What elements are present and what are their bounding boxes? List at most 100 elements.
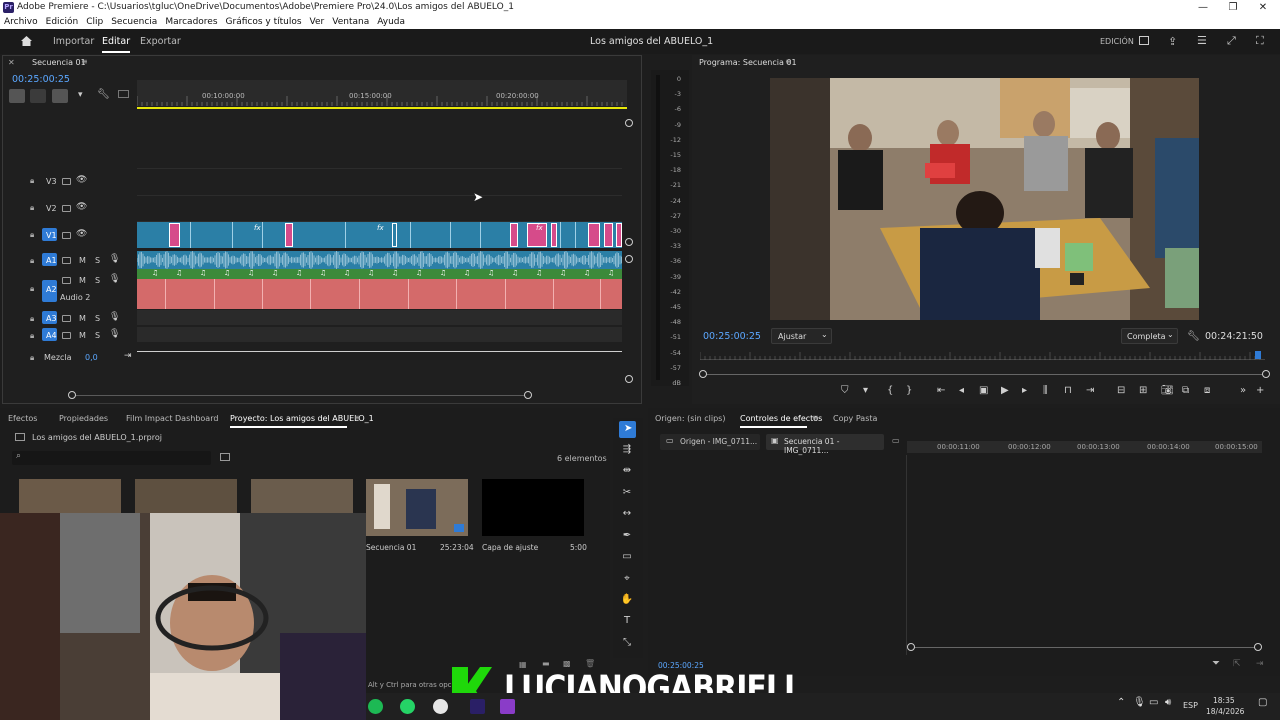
- source-selector[interactable]: ▭ Origen - IMG_0711...: [660, 434, 760, 450]
- tab-propiedades[interactable]: Propiedades: [59, 414, 108, 423]
- sync-lock-icon[interactable]: [62, 205, 71, 212]
- solo-button[interactable]: S: [95, 314, 100, 323]
- solo-button[interactable]: S: [95, 331, 100, 340]
- mute-button[interactable]: M: [79, 331, 86, 340]
- tab-importar[interactable]: Importar: [53, 36, 94, 47]
- menu-ayuda[interactable]: Ayuda: [377, 15, 405, 29]
- mic-icon[interactable]: 🎙︎: [109, 274, 120, 284]
- menu-marcadores[interactable]: Marcadores: [165, 15, 217, 29]
- mic-icon[interactable]: 🎙︎: [109, 312, 120, 322]
- more-icon[interactable]: »: [1240, 385, 1246, 396]
- go-to-in-icon[interactable]: ⇤: [937, 385, 945, 396]
- work-area-bar[interactable]: [137, 107, 627, 109]
- lock-icon[interactable]: 🔒︎: [30, 230, 34, 240]
- app-taskbar-icon[interactable]: [500, 699, 515, 714]
- menu-lines-icon[interactable]: ☰: [1197, 34, 1207, 47]
- track-a3-label[interactable]: A3: [46, 314, 57, 323]
- overwrite-icon[interactable]: ⊞: [1139, 385, 1147, 396]
- tab-film-impact[interactable]: Film Impact Dashboard: [126, 414, 218, 423]
- filter-icon[interactable]: ⏷: [1212, 658, 1220, 669]
- magnet-icon[interactable]: [30, 89, 46, 103]
- audio-edit-point[interactable]: [408, 279, 409, 309]
- trim-icon[interactable]: ⫼: [1043, 385, 1048, 396]
- chevron-up-icon[interactable]: ⌃: [1117, 697, 1125, 708]
- clip-edit-point[interactable]: [480, 222, 481, 248]
- program-playhead[interactable]: [1255, 351, 1261, 359]
- wrench-icon[interactable]: 🔧︎: [97, 89, 110, 100]
- pink-clip[interactable]: [551, 223, 557, 247]
- tab-menu-icon[interactable]: ≡: [812, 413, 819, 422]
- audio-edit-point[interactable]: [165, 279, 166, 309]
- mix-value[interactable]: 0,0: [85, 353, 98, 362]
- language-indicator[interactable]: ESP: [1183, 701, 1198, 710]
- insert-icon[interactable]: ⊟: [1117, 385, 1125, 396]
- clip-edit-point[interactable]: [232, 222, 233, 248]
- tab-editar[interactable]: Editar: [102, 36, 131, 53]
- audio-edit-point[interactable]: [505, 279, 506, 309]
- type-icon[interactable]: T: [620, 614, 634, 628]
- battery-icon[interactable]: ▭: [1149, 697, 1158, 708]
- sync-lock-icon[interactable]: [62, 315, 71, 322]
- menu-secuencia[interactable]: Secuencia: [111, 15, 157, 29]
- sequence-tab[interactable]: Secuencia 01: [32, 58, 86, 67]
- mark-in-icon[interactable]: {: [887, 385, 893, 396]
- menu-archivo[interactable]: Archivo: [4, 15, 38, 29]
- wrench-icon[interactable]: 🔧︎: [1187, 331, 1200, 342]
- menu-ver[interactable]: Ver: [310, 15, 325, 29]
- hand-icon[interactable]: ✋: [620, 593, 634, 607]
- premiere-taskbar-icon[interactable]: [470, 699, 485, 714]
- new-bin-icon[interactable]: [220, 453, 230, 461]
- audio-clip-a2[interactable]: [137, 279, 622, 309]
- sync-lock-icon[interactable]: [62, 257, 71, 264]
- audio-edit-point[interactable]: [600, 279, 601, 309]
- clip-edit-point[interactable]: [575, 222, 576, 248]
- menu-edicion[interactable]: Edición: [46, 15, 79, 29]
- lock-icon[interactable]: 🔒︎: [30, 284, 34, 294]
- mic-icon[interactable]: 🎙︎: [109, 329, 120, 339]
- mute-button[interactable]: M: [79, 256, 86, 265]
- camera-icon[interactable]: 📷︎: [1161, 385, 1174, 396]
- audio-edit-point[interactable]: [456, 279, 457, 309]
- lift-icon[interactable]: ⊓: [1064, 385, 1072, 396]
- mic-icon[interactable]: 🎙︎: [1133, 697, 1146, 708]
- panel-toggle-icon[interactable]: ▭: [892, 436, 900, 445]
- list-view-icon[interactable]: ▦: [519, 660, 527, 669]
- clip-edit-point[interactable]: [450, 222, 451, 248]
- go-to-out-icon[interactable]: ⇥: [1086, 385, 1094, 396]
- solo-button[interactable]: S: [95, 276, 100, 285]
- restore-icon[interactable]: ❐: [1218, 0, 1248, 15]
- ec-zoom-start-handle[interactable]: [907, 643, 915, 651]
- audio-edit-point[interactable]: [262, 279, 263, 309]
- sequence-thumbnail[interactable]: [366, 479, 468, 536]
- clip-edit-point[interactable]: [560, 222, 561, 248]
- step-back-icon[interactable]: ◂: [959, 385, 964, 396]
- quality-dropdown[interactable]: Completa ⌄: [1121, 328, 1178, 344]
- marker-icon[interactable]: ▾: [78, 90, 83, 100]
- linked-selection-icon[interactable]: [52, 89, 68, 103]
- effects-zoom-bar[interactable]: [911, 647, 1258, 648]
- lock-icon[interactable]: 🔒︎: [30, 353, 34, 363]
- mute-button[interactable]: M: [79, 276, 86, 285]
- quick-export-icon[interactable]: [1139, 36, 1149, 45]
- timeline-timecode[interactable]: 00:25:00:25: [12, 74, 70, 85]
- rectangle-icon[interactable]: ▭: [620, 550, 634, 564]
- scroll-handle-top[interactable]: [625, 119, 633, 127]
- clip-thumbnail[interactable]: [135, 479, 237, 513]
- clip-thumbnail[interactable]: [19, 479, 121, 513]
- track-v3-label[interactable]: V3: [46, 177, 57, 186]
- track-a2-label[interactable]: A2: [46, 285, 57, 294]
- pink-clip[interactable]: [510, 223, 518, 247]
- vr-icon[interactable]: ⧈: [1204, 385, 1210, 396]
- slip-icon[interactable]: ↔: [620, 507, 634, 521]
- tab-copy-pasta[interactable]: Copy Pasta: [833, 414, 877, 423]
- workspace-label[interactable]: EDICIÓN: [1100, 37, 1134, 46]
- lock-icon[interactable]: 🔒︎: [30, 203, 34, 213]
- audio-clip-a2-top[interactable]: [137, 269, 622, 279]
- tab-proyecto[interactable]: Proyecto: Los amigos del ABUELO_1: [230, 414, 374, 423]
- lock-icon[interactable]: 🔒︎: [30, 314, 34, 324]
- adjustment-layer-thumbnail[interactable]: [482, 479, 584, 536]
- lock-icon[interactable]: 🔒︎: [30, 331, 34, 341]
- clip-edit-point[interactable]: [190, 222, 191, 248]
- share-icon[interactable]: ⇪: [1168, 35, 1177, 48]
- pink-clip[interactable]: [604, 223, 613, 247]
